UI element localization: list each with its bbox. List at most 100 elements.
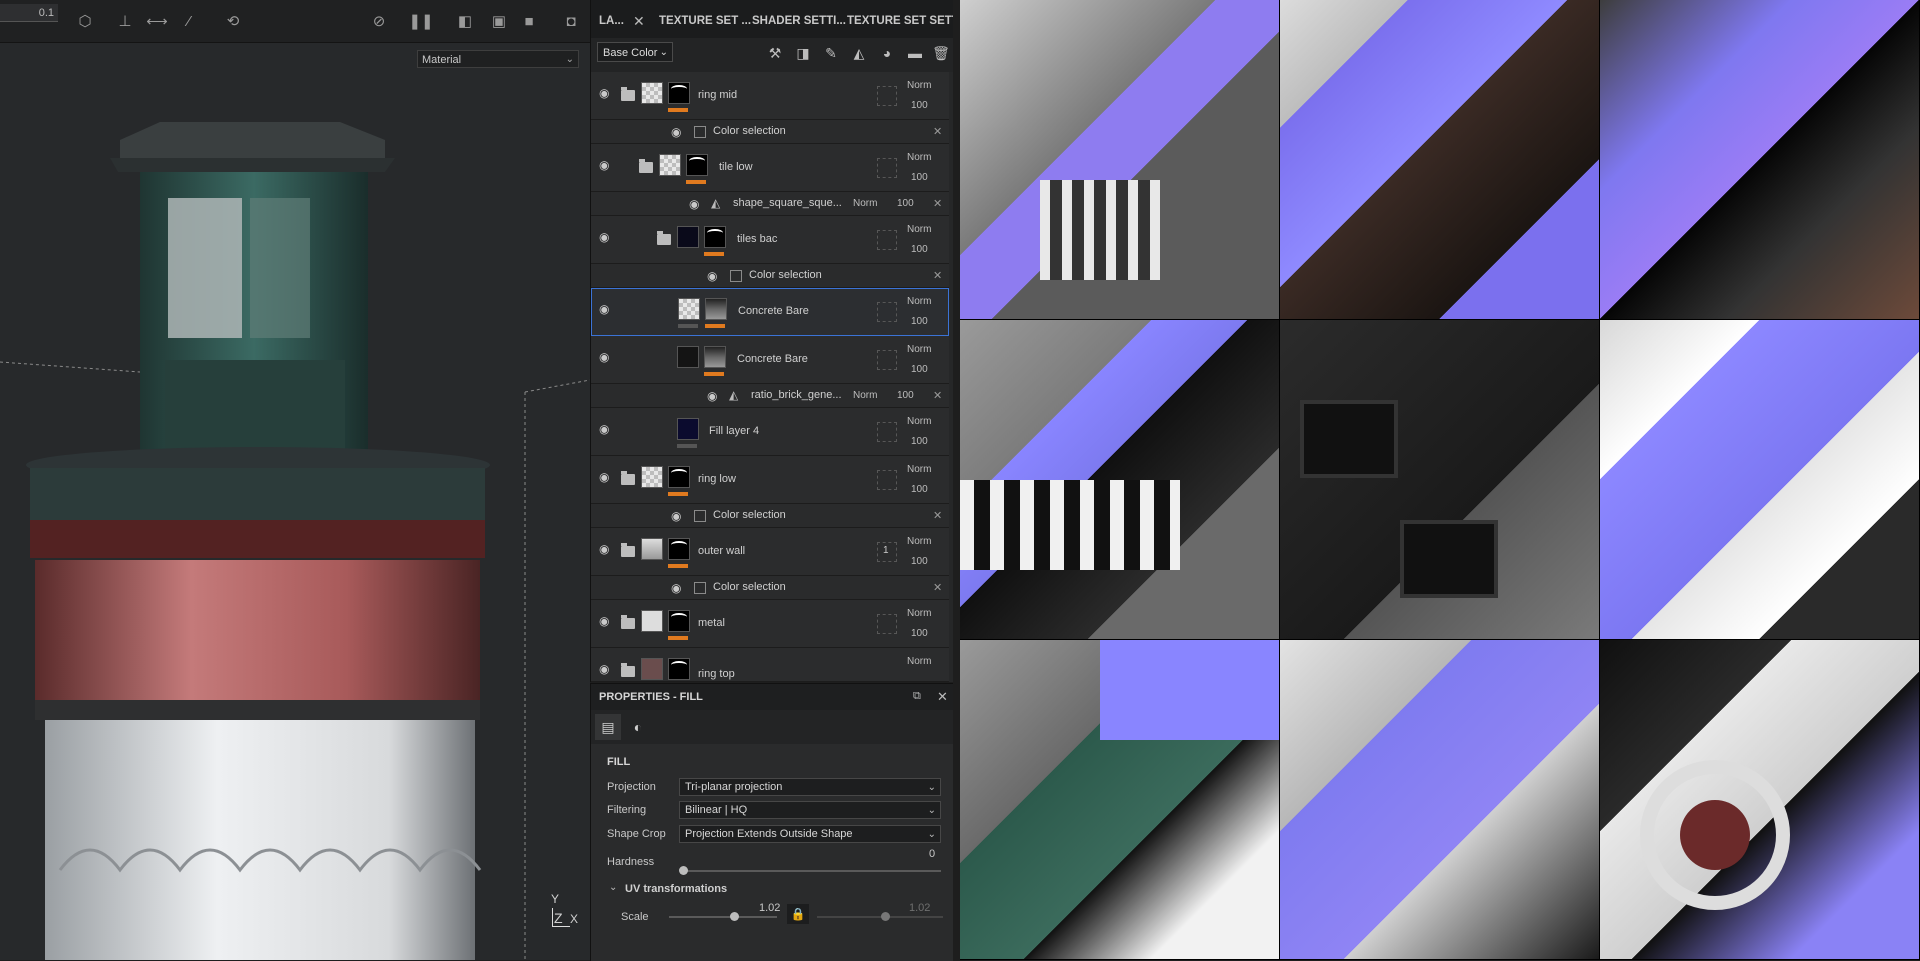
eye-icon[interactable]: ◉	[707, 390, 721, 402]
material-dropdown[interactable]: Material ⌄	[417, 50, 579, 68]
blend-mode[interactable]: Norm	[853, 390, 877, 401]
opacity-value[interactable]: 100	[911, 436, 928, 447]
video-icon[interactable]: ■	[518, 10, 540, 32]
tab-texture-set-settings[interactable]: TEXTURE SET SETTI...	[847, 0, 953, 42]
effect-row[interactable]: ◉ Color selection ✕	[591, 504, 949, 528]
value-field[interactable]: 0.1	[0, 4, 58, 22]
opacity-value[interactable]: 100	[911, 100, 928, 111]
scale-slider-knob[interactable]	[730, 912, 739, 921]
blend-mode[interactable]: Norm	[907, 80, 931, 91]
blend-mode[interactable]: Norm	[907, 296, 931, 307]
mirror-icon[interactable]: ⟷	[146, 10, 168, 32]
opacity-value[interactable]: 100	[911, 316, 928, 327]
eye-icon[interactable]: ◉	[599, 231, 613, 243]
checkbox[interactable]	[694, 510, 706, 522]
layer-row[interactable]: ◉ Concrete Bare Norm 100	[591, 336, 949, 384]
eye-icon[interactable]: ◉	[689, 198, 703, 210]
blend-mode[interactable]: Norm	[907, 608, 931, 619]
filtering-dropdown[interactable]: Bilinear | HQ ⌄	[679, 801, 941, 819]
effect-row[interactable]: ◉ Color selection ✕	[591, 264, 949, 288]
opacity-value[interactable]: 100	[911, 556, 928, 567]
eye-icon[interactable]: ◉	[671, 510, 685, 522]
effect-row[interactable]: ◉ Color selection ✕	[591, 576, 949, 600]
effect-row[interactable]: ◉ ◭ shape_square_sque... Norm 100 ✕	[591, 192, 949, 216]
history-icon[interactable]: ⟲	[222, 10, 244, 32]
eye-icon[interactable]: ◉	[599, 351, 613, 363]
close-icon[interactable]: ✕	[933, 581, 942, 594]
layer-row[interactable]: ◉ Fill layer 4 Norm 100	[591, 408, 949, 456]
blend-mode[interactable]: Norm	[907, 344, 931, 355]
opacity-value[interactable]: 100	[911, 364, 928, 375]
checkbox[interactable]	[694, 582, 706, 594]
close-icon[interactable]: ✕	[933, 125, 942, 138]
eye-icon[interactable]: ◉	[599, 159, 613, 171]
eye-icon[interactable]: ◉	[599, 615, 613, 627]
eye-icon[interactable]: ◉	[599, 303, 613, 315]
checkbox[interactable]	[730, 270, 742, 282]
eye-icon[interactable]: ◉	[599, 543, 613, 555]
layer-row-selected[interactable]: ◉ Concrete Bare Norm 100	[591, 288, 949, 336]
layer-row[interactable]: ◉ ring low Norm 100	[591, 456, 949, 504]
shape-crop-dropdown[interactable]: Projection Extends Outside Shape ⌄	[679, 825, 941, 843]
add-mask-icon[interactable]: ◨	[793, 42, 813, 64]
eye-icon[interactable]: ◉	[671, 582, 685, 594]
fill-icon[interactable]: ◭	[849, 42, 869, 64]
3d-viewport[interactable]: 0.1 ⬡ ⊥ ⟷ ⁄ ⟲ ⊘ ❚❚ ◧ ▣ ■ ◘ Material ⌄ Y …	[0, 0, 590, 960]
eye-icon[interactable]: ◉	[599, 471, 613, 483]
eye-icon[interactable]: ◉	[707, 270, 721, 282]
hardness-slider-track[interactable]	[683, 870, 941, 872]
pause-icon[interactable]: ❚❚	[408, 10, 433, 32]
layer-row[interactable]: ◉ metal Norm 100	[591, 600, 949, 648]
layer-row[interactable]: ◉ tile low Norm 100	[591, 144, 949, 192]
eye-icon[interactable]: ◉	[599, 87, 613, 99]
close-icon[interactable]: ✕	[937, 689, 948, 705]
blend-mode[interactable]: Norm	[907, 656, 931, 667]
undock-icon[interactable]: ⧉	[913, 690, 921, 703]
close-icon[interactable]: ✕	[633, 13, 645, 30]
checkbox[interactable]	[694, 126, 706, 138]
screenshot-icon[interactable]: ◘	[560, 10, 582, 32]
scale-slider-track[interactable]	[669, 916, 777, 918]
blend-mode[interactable]: Norm	[853, 198, 877, 209]
hide-icon[interactable]: ⊘	[368, 10, 390, 32]
uv-section-title[interactable]: UV transformations	[625, 883, 727, 895]
blend-mode[interactable]: Norm	[907, 224, 931, 235]
eye-icon[interactable]: ◉	[599, 663, 613, 675]
layer-row[interactable]: ◉ ring top Norm	[591, 648, 949, 682]
fill-settings-tab-icon[interactable]: ▤	[595, 714, 621, 740]
projection-dropdown[interactable]: Tri-planar projection ⌄	[679, 778, 941, 796]
opacity-value[interactable]: 100	[897, 198, 914, 209]
layer-row[interactable]: ◉ ring mid Norm 100	[591, 72, 949, 120]
effect-row[interactable]: ◉ Color selection ✕	[591, 120, 949, 144]
close-icon[interactable]: ✕	[933, 269, 942, 282]
opacity-value[interactable]: 100	[911, 484, 928, 495]
hardness-slider-knob[interactable]	[679, 866, 688, 875]
blend-mode[interactable]: Norm	[907, 152, 931, 163]
close-icon[interactable]: ✕	[933, 197, 942, 210]
lock-icon[interactable]: 🔒	[787, 904, 809, 924]
effect-row[interactable]: ◉ ◭ ratio_brick_gene... Norm 100 ✕	[591, 384, 949, 408]
close-icon[interactable]: ✕	[933, 509, 942, 522]
opacity-value[interactable]: 100	[911, 628, 928, 639]
symmetry-icon[interactable]: ⁄	[178, 10, 200, 32]
folder-icon[interactable]: ▬	[905, 42, 925, 64]
smart-material-icon[interactable]: ◕	[877, 42, 897, 64]
hardness-value[interactable]: 0	[929, 848, 935, 860]
scale-value[interactable]: 1.02	[759, 902, 780, 914]
eye-icon[interactable]: ◉	[599, 423, 613, 435]
camera-mode-icon[interactable]: ◧	[454, 10, 476, 32]
material-tab-icon[interactable]: ◐	[625, 714, 651, 740]
eye-icon[interactable]: ◉	[671, 126, 685, 138]
texture-atlas-view[interactable]	[960, 0, 1920, 960]
close-icon[interactable]: ✕	[933, 389, 942, 402]
brush-icon[interactable]: ✎	[821, 42, 841, 64]
blend-mode[interactable]: Norm	[907, 464, 931, 475]
opacity-value[interactable]: 100	[911, 244, 928, 255]
opacity-value[interactable]: 100	[911, 172, 928, 183]
layer-row[interactable]: ◉ outer wall 1 Norm 100	[591, 528, 949, 576]
opacity-value[interactable]: 100	[897, 390, 914, 401]
tab-texture-set-list[interactable]: TEXTURE SET ...	[659, 0, 751, 42]
tab-shader-settings[interactable]: SHADER SETTI...	[752, 0, 846, 42]
magic-wand-icon[interactable]: ⚒	[765, 42, 785, 64]
blend-mode[interactable]: Norm	[907, 536, 931, 547]
